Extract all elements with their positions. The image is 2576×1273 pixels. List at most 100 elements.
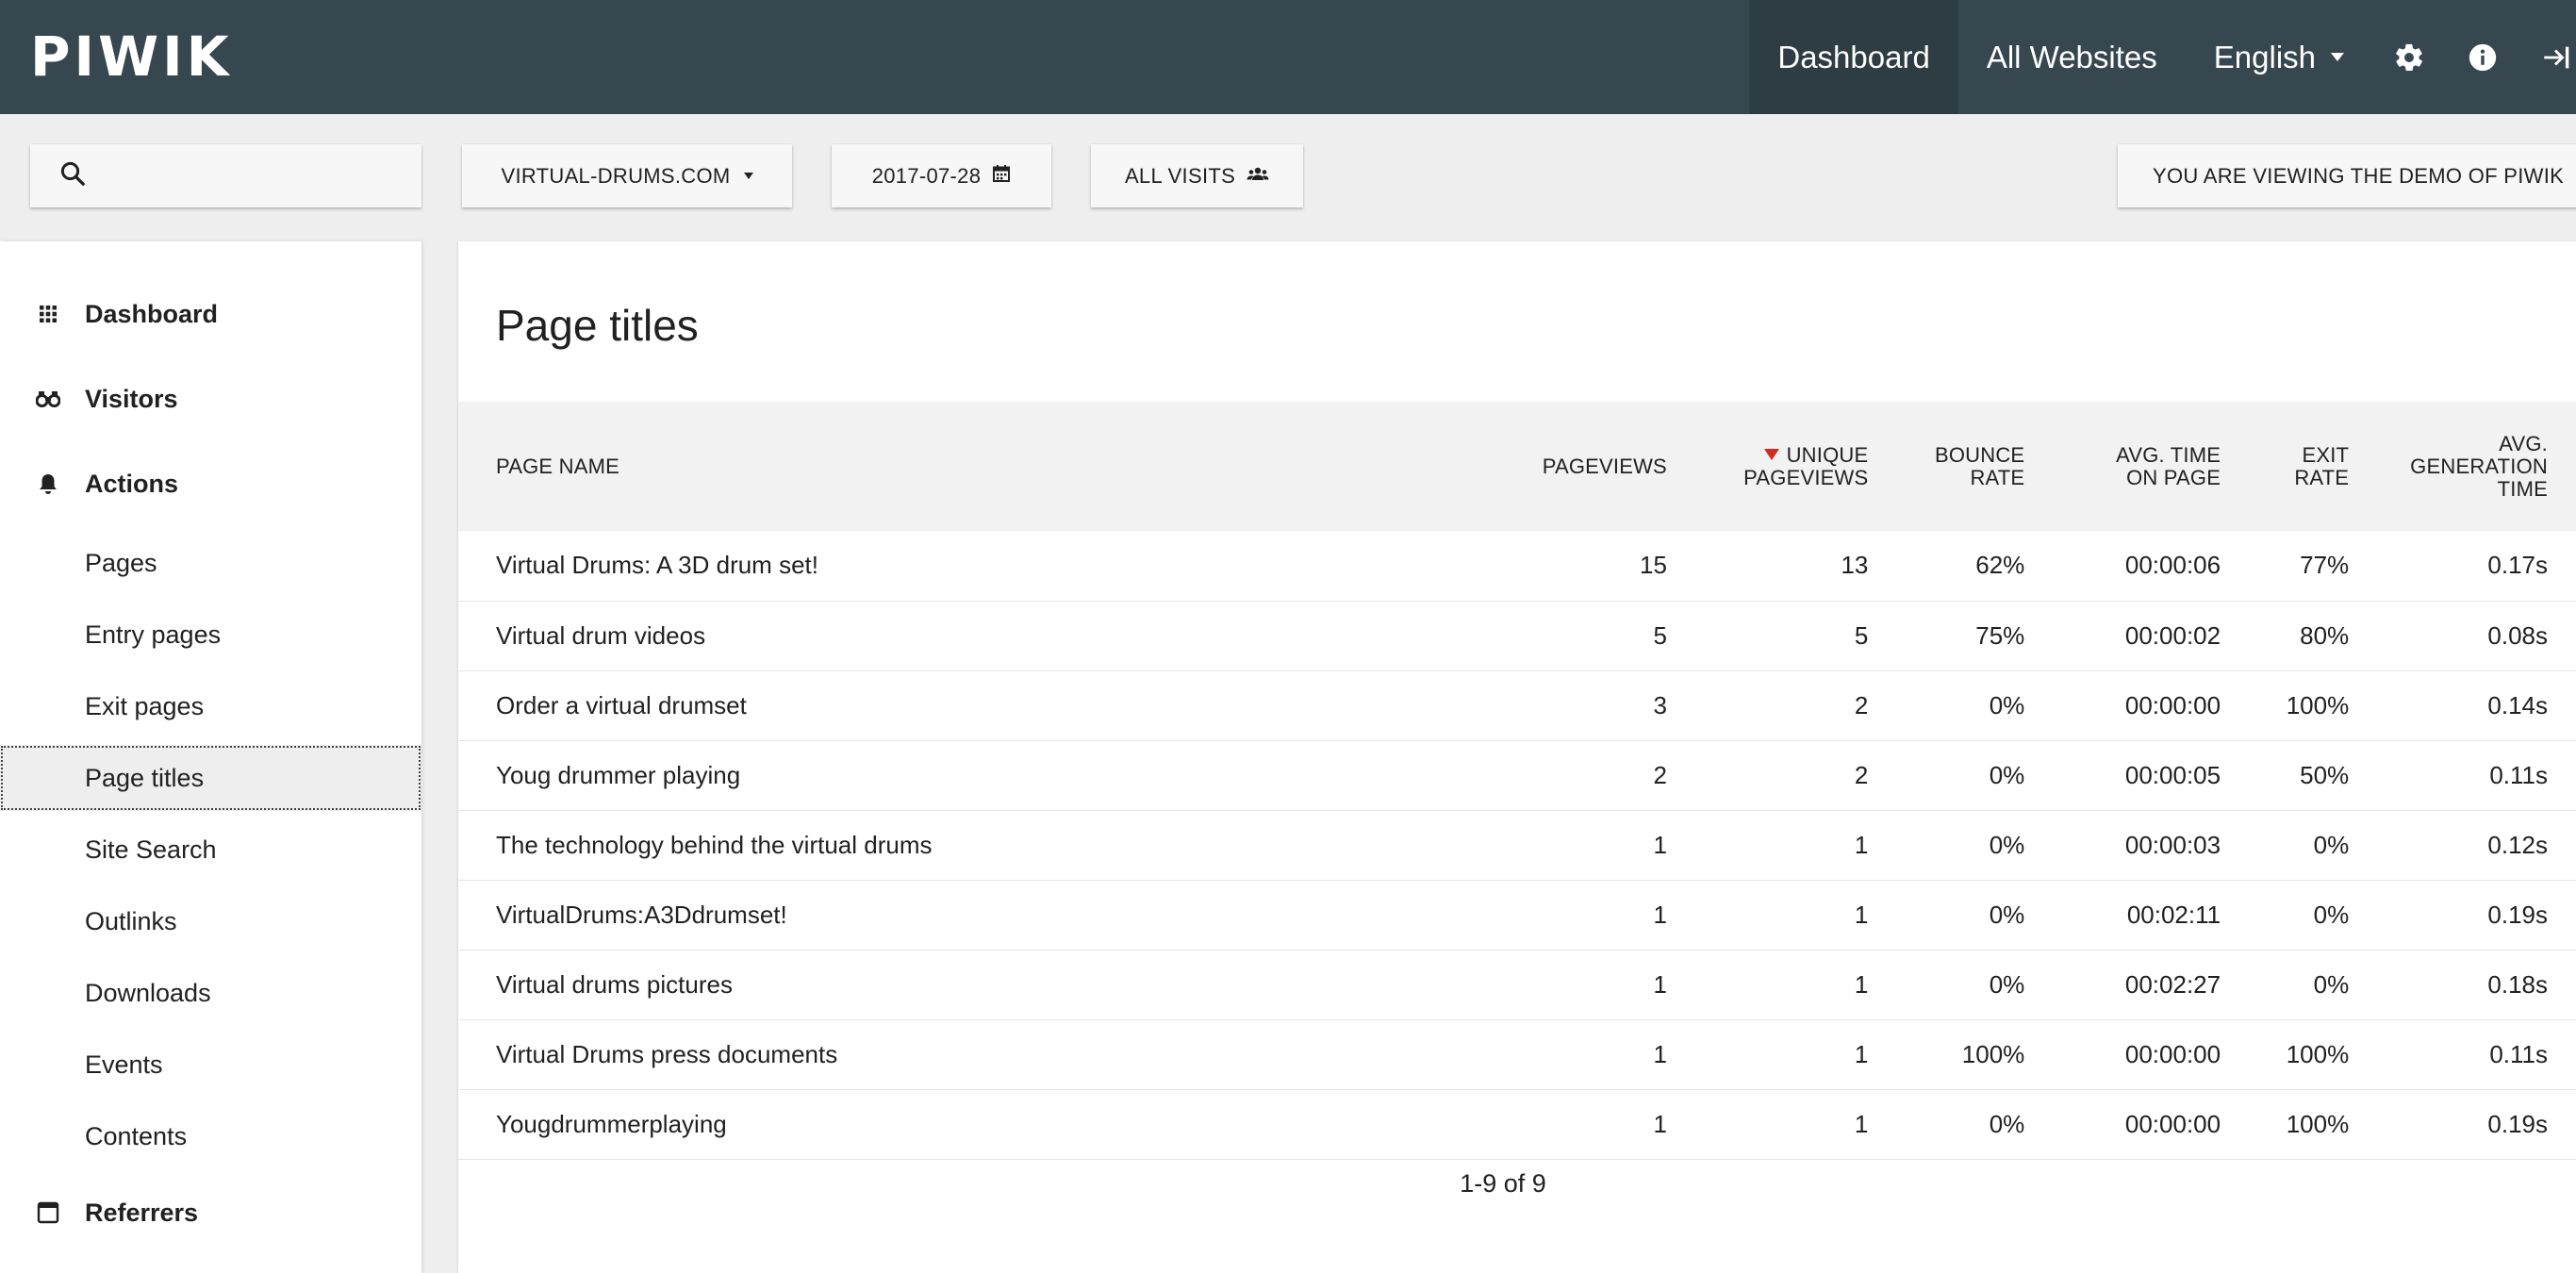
cell-page-name[interactable]: Youg drummer playing bbox=[458, 740, 1490, 811]
piwik-logo[interactable]: PIWIK bbox=[30, 25, 233, 89]
sidebar-item-contents[interactable]: Contents bbox=[0, 1103, 421, 1169]
info-button[interactable] bbox=[2446, 0, 2519, 114]
sidebar-item-label: Actions bbox=[85, 469, 179, 498]
logout-button[interactable] bbox=[2519, 0, 2576, 114]
gear-icon bbox=[2393, 41, 2425, 74]
column-header-label: PAGEVIEWS bbox=[1542, 454, 1667, 478]
cell-page-name[interactable]: The technology behind the virtual drums bbox=[458, 810, 1490, 881]
pagination-label: 1-9 of 9 bbox=[1460, 1169, 1546, 1198]
column-header-avg-time-on-page[interactable]: AVG. TIME ON PAGE bbox=[2024, 402, 2221, 531]
cell-unique-pageviews: 1 bbox=[1666, 1019, 1869, 1090]
demo-notice: YOU ARE VIEWING THE DEMO OF PIWIK bbox=[2118, 144, 2576, 207]
cell-page-name[interactable]: Virtual Drums press documents bbox=[458, 1019, 1490, 1090]
column-header-bounce-rate[interactable]: BOUNCE RATE bbox=[1868, 402, 2025, 531]
column-header-label: PAGEVIEWS bbox=[1743, 465, 1869, 489]
column-header-label: PAGE NAME bbox=[496, 454, 619, 478]
cell-exit-rate: 100% bbox=[2221, 1089, 2350, 1160]
nav-dashboard[interactable]: Dashboard bbox=[1749, 0, 1958, 114]
sidebar-item-site-search[interactable]: Site Search bbox=[0, 817, 421, 883]
report-card: Page titles PAGE NAME PAGEVIEWS UNIQUE P bbox=[458, 241, 2576, 1273]
cell-exit-rate: 0% bbox=[2221, 950, 2350, 1020]
sidebar-item-page-titles[interactable]: Page titles bbox=[0, 745, 421, 811]
cell-page-name[interactable]: Virtual drum videos bbox=[458, 601, 1490, 671]
sign-out-icon bbox=[2540, 41, 2572, 74]
sidebar-item-entry-pages[interactable]: Entry pages bbox=[0, 602, 421, 668]
table-row[interactable]: Order a virtual drumset 3 2 0% 00:00:00 100% 0… bbox=[458, 670, 2576, 741]
cell-avg-generation-time: 0.11s bbox=[2349, 1019, 2576, 1090]
cell-page-name[interactable]: VirtualDrums:A3Ddrumset! bbox=[458, 880, 1490, 951]
window-icon bbox=[36, 1200, 60, 1225]
column-header-exit-rate[interactable]: EXIT RATE bbox=[2221, 402, 2350, 531]
cell-avg-generation-time: 0.11s bbox=[2349, 740, 2576, 811]
table-row[interactable]: Virtual drum videos 5 5 75% 00:00:02 80% 0.08s bbox=[458, 601, 2576, 671]
table-row[interactable]: Virtual drums pictures 1 1 0% 00:02:27 0% 0.18… bbox=[458, 950, 2576, 1020]
nav-all-websites[interactable]: All Websites bbox=[1958, 0, 2186, 114]
sidebar-item-outlinks[interactable]: Outlinks bbox=[0, 888, 421, 954]
cell-avg-generation-time: 0.14s bbox=[2349, 670, 2576, 741]
cell-unique-pageviews: 1 bbox=[1666, 880, 1869, 951]
date-selector-label: 2017-07-28 bbox=[871, 163, 982, 188]
column-header-page-name[interactable]: PAGE NAME bbox=[458, 402, 1490, 531]
date-selector[interactable]: 2017-07-28 bbox=[832, 144, 1051, 207]
cell-page-name[interactable]: Virtual drums pictures bbox=[458, 950, 1490, 1020]
search-icon bbox=[47, 159, 87, 193]
settings-button[interactable] bbox=[2372, 0, 2446, 114]
language-selector[interactable]: English bbox=[2186, 0, 2372, 114]
sidebar-item-exit-pages[interactable]: Exit pages bbox=[0, 673, 421, 739]
sidebar-item-visitors[interactable]: Visitors bbox=[0, 371, 421, 427]
cell-avg-time-on-page: 00:00:00 bbox=[2024, 1089, 2221, 1160]
caret-down-icon bbox=[743, 173, 753, 179]
table-row[interactable]: Virtual Drums press documents 1 1 100% 00:00… bbox=[458, 1019, 2576, 1090]
page-title: Page titles bbox=[496, 301, 699, 350]
cell-unique-pageviews: 1 bbox=[1666, 1089, 1869, 1160]
sidebar-item-actions[interactable]: Actions bbox=[0, 455, 421, 512]
caret-down-icon bbox=[2331, 53, 2344, 61]
table-row[interactable]: Youg drummer playing 2 2 0% 00:00:05 50% 0.11s bbox=[458, 740, 2576, 811]
cell-page-name[interactable]: Virtual Drums: A 3D drum set! bbox=[458, 531, 1490, 602]
cell-avg-generation-time: 0.12s bbox=[2349, 810, 2576, 881]
cell-bounce-rate: 100% bbox=[1868, 1019, 2025, 1090]
cell-avg-time-on-page: 00:00:00 bbox=[2024, 670, 2221, 741]
info-icon bbox=[2467, 41, 2499, 74]
grid-icon bbox=[36, 302, 60, 326]
sidebar-item-dashboard[interactable]: Dashboard bbox=[0, 286, 421, 342]
sidebar-item-downloads[interactable]: Downloads bbox=[0, 960, 421, 1026]
cell-bounce-rate: 75% bbox=[1868, 601, 2025, 671]
column-header-avg-generation-time[interactable]: AVG. GENERATION TIME bbox=[2349, 402, 2576, 531]
column-header-unique-pageviews[interactable]: UNIQUE PAGEVIEWS bbox=[1666, 402, 1869, 531]
sidebar-item-label: Contents bbox=[85, 1121, 188, 1150]
table-row[interactable]: Virtual Drums: A 3D drum set! 15 13 62% 00:0… bbox=[458, 531, 2576, 602]
column-header-label: BOUNCE bbox=[1934, 442, 2025, 467]
cell-avg-time-on-page: 00:02:11 bbox=[2024, 880, 2221, 951]
cell-pageviews: 2 bbox=[1489, 740, 1667, 811]
sort-descending-icon bbox=[1763, 448, 1779, 460]
binoculars-icon bbox=[36, 387, 60, 411]
column-header-label: RATE bbox=[1970, 465, 2025, 489]
filter-bar: VIRTUAL-DRUMS.COM 2017-07-28 ALL VISITS … bbox=[0, 114, 2576, 241]
cell-avg-generation-time: 0.08s bbox=[2349, 601, 2576, 671]
cell-avg-generation-time: 0.17s bbox=[2349, 531, 2576, 602]
sidebar-item-events[interactable]: Events bbox=[0, 1032, 421, 1098]
cell-exit-rate: 100% bbox=[2221, 670, 2350, 741]
cell-bounce-rate: 0% bbox=[1868, 1089, 2025, 1160]
cell-avg-time-on-page: 00:02:27 bbox=[2024, 950, 2221, 1020]
table-row[interactable]: Yougdrummerplaying 1 1 0% 00:00:00 100% 0.19s bbox=[458, 1089, 2576, 1160]
cell-bounce-rate: 0% bbox=[1868, 740, 2025, 811]
column-header-label: EXIT bbox=[2302, 442, 2350, 467]
sidebar-item-referrers[interactable]: Referrers bbox=[0, 1184, 421, 1241]
sidebar-item-label: Dashboard bbox=[85, 299, 219, 328]
column-header-label: AVG. bbox=[2499, 431, 2548, 455]
cell-pageviews: 3 bbox=[1489, 670, 1667, 741]
table-row[interactable]: VirtualDrums:A3Ddrumset! 1 1 0% 00:02:11 0% 0.… bbox=[458, 880, 2576, 951]
sidebar-item-label: Events bbox=[85, 1050, 163, 1079]
column-header-pageviews[interactable]: PAGEVIEWS bbox=[1489, 402, 1667, 531]
sidebar-item-pages[interactable]: Pages bbox=[0, 530, 421, 596]
site-selector[interactable]: VIRTUAL-DRUMS.COM bbox=[462, 144, 792, 207]
cell-page-name[interactable]: Order a virtual drumset bbox=[458, 670, 1490, 741]
search-box[interactable] bbox=[30, 144, 421, 207]
sidebar-item-label: Site Search bbox=[85, 835, 217, 864]
cell-avg-time-on-page: 00:00:06 bbox=[2024, 531, 2221, 602]
cell-page-name[interactable]: Yougdrummerplaying bbox=[458, 1089, 1490, 1160]
segment-selector[interactable]: ALL VISITS bbox=[1091, 144, 1303, 207]
table-row[interactable]: The technology behind the virtual drums 1… bbox=[458, 810, 2576, 881]
